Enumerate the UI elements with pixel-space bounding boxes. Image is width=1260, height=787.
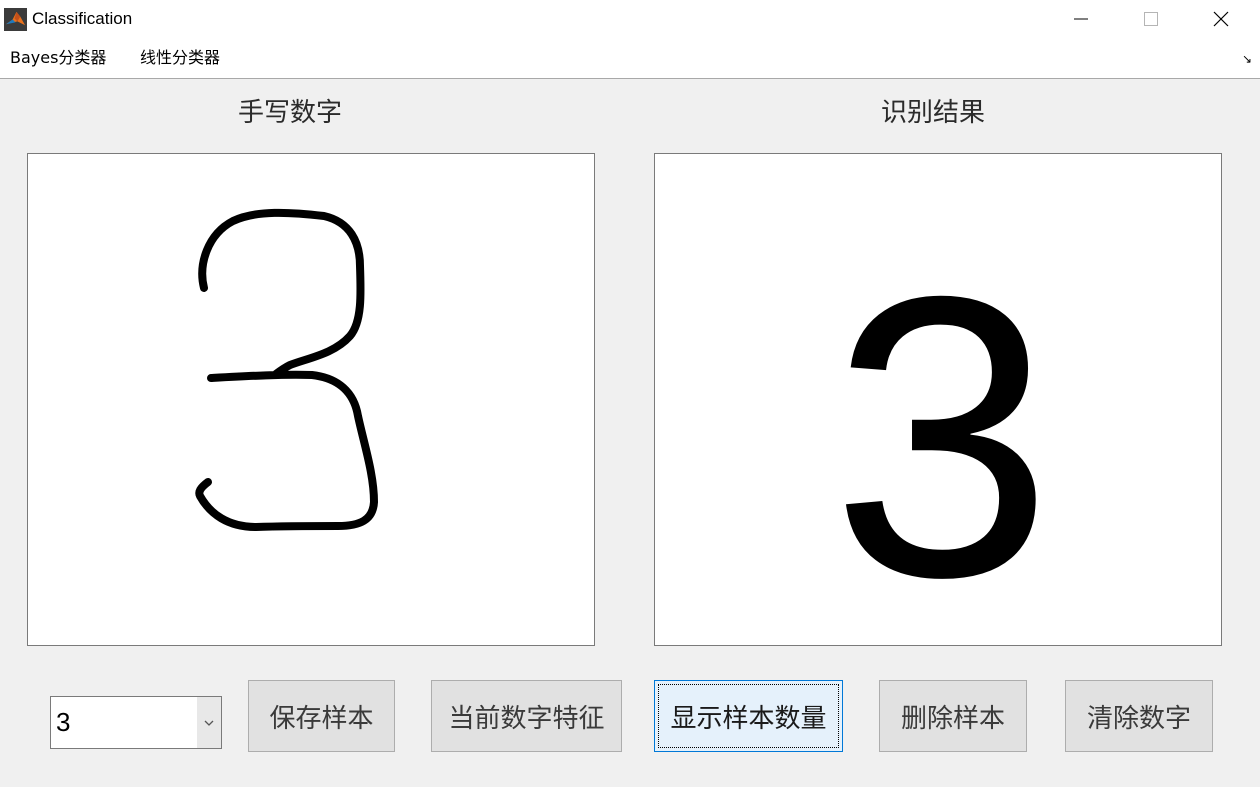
digit-select-value: 3	[56, 707, 71, 737]
dock-arrow-icon[interactable]: ↘	[1242, 52, 1252, 66]
window-title: Classification	[32, 9, 133, 28]
menu-bar: Bayes分类器 线性分类器 ↘	[0, 38, 1260, 79]
result-canvas: 3	[654, 153, 1222, 647]
save-sample-button[interactable]: 保存样本	[248, 680, 395, 752]
close-icon	[1213, 11, 1229, 27]
show-sample-count-button[interactable]: 显示样本数量	[654, 680, 843, 752]
menu-linear-classifier[interactable]: 线性分类器	[140, 47, 220, 69]
maximize-icon	[1144, 12, 1158, 26]
matlab-logo-icon	[4, 8, 27, 31]
title-bar: Classification	[0, 0, 1260, 38]
close-button[interactable]	[1186, 0, 1256, 38]
digit-select[interactable]: 3	[50, 696, 222, 749]
delete-sample-button[interactable]: 删除样本	[879, 680, 1027, 752]
handwriting-panel-title: 手写数字	[238, 98, 343, 128]
maximize-button[interactable]	[1116, 0, 1186, 38]
result-digit: 3	[831, 213, 1053, 647]
result-digit-graphic: 3	[831, 213, 1053, 647]
handwriting-canvas[interactable]	[27, 153, 595, 646]
clear-digit-button[interactable]: 清除数字	[1065, 680, 1213, 752]
current-digit-features-button[interactable]: 当前数字特征	[431, 680, 622, 752]
handwritten-stroke	[195, 208, 378, 531]
minimize-icon	[1074, 18, 1088, 20]
result-panel-title: 识别结果	[881, 98, 986, 128]
minimize-button[interactable]	[1046, 0, 1116, 38]
chevron-down-icon[interactable]	[197, 697, 221, 748]
menu-bayes-classifier[interactable]: Bayes分类器	[10, 47, 106, 69]
